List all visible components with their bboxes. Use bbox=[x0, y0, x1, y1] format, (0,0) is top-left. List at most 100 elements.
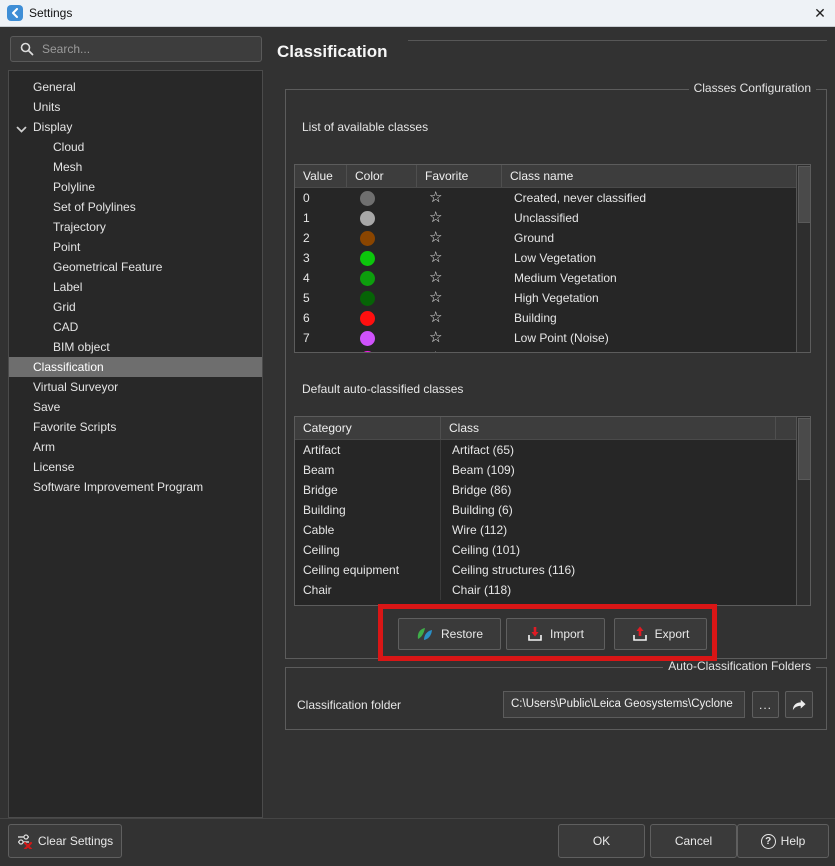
sidebar-item-label[interactable]: Label bbox=[9, 277, 262, 297]
auto-class-row[interactable]: ArtifactArtifact (65) bbox=[295, 440, 810, 460]
sidebar-item-label: BIM object bbox=[53, 340, 110, 354]
category-cell: Beam bbox=[295, 460, 441, 480]
search-placeholder: Search... bbox=[42, 42, 90, 56]
sidebar-item-display[interactable]: Display bbox=[9, 117, 262, 137]
sidebar-item-label: Mesh bbox=[53, 160, 82, 174]
auto-class-row[interactable]: CableWire (112) bbox=[295, 520, 810, 540]
sidebar-item-cloud[interactable]: Cloud bbox=[9, 137, 262, 157]
scrollbar-thumb[interactable] bbox=[798, 166, 811, 223]
sidebar-item-label: Units bbox=[33, 100, 60, 114]
class-table-row[interactable]: 7☆Low Point (Noise) bbox=[295, 328, 810, 348]
class-name: Building bbox=[502, 308, 810, 328]
class-cell: Building (6) bbox=[441, 500, 810, 520]
close-icon[interactable]: ✕ bbox=[805, 1, 835, 25]
sidebar-item-save[interactable]: Save bbox=[9, 397, 262, 417]
clear-settings-button[interactable]: Clear Settings bbox=[8, 824, 122, 858]
help-button[interactable]: ? Help bbox=[737, 824, 829, 858]
favorite-star-icon[interactable]: ☆ bbox=[429, 209, 442, 226]
class-value: 6 bbox=[295, 308, 347, 328]
class-name: Medium Vegetation bbox=[502, 268, 810, 288]
classes-table-scrollbar[interactable] bbox=[796, 165, 810, 353]
sidebar-item-polyline[interactable]: Polyline bbox=[9, 177, 262, 197]
ok-button[interactable]: OK bbox=[558, 824, 645, 858]
sidebar-item-label: Display bbox=[33, 120, 72, 134]
class-table-row[interactable]: 6 ☆ Building bbox=[295, 308, 810, 328]
import-button[interactable]: Import bbox=[506, 618, 605, 650]
class-name: Created, never classified bbox=[502, 188, 810, 208]
search-input[interactable]: Search... bbox=[10, 36, 262, 62]
scrollbar-thumb[interactable] bbox=[798, 418, 811, 480]
class-table-row[interactable]: 1☆Unclassified bbox=[295, 208, 810, 228]
favorite-star-icon[interactable]: ☆ bbox=[429, 349, 442, 353]
sidebar-item-cad[interactable]: CAD bbox=[9, 317, 262, 337]
category-cell: Ceiling equipment bbox=[295, 560, 441, 580]
auto-class-row[interactable]: BeamBeam (109) bbox=[295, 460, 810, 480]
class-color-swatch[interactable] bbox=[360, 191, 375, 206]
favorite-star-icon[interactable]: ☆ bbox=[429, 309, 442, 326]
class-color-swatch[interactable] bbox=[360, 331, 375, 346]
class-color-swatch[interactable] bbox=[360, 251, 375, 266]
col-class-name: Class name bbox=[502, 165, 810, 187]
class-name: Low Point (Noise) bbox=[502, 328, 810, 348]
class-table-row[interactable]: 2☆Ground bbox=[295, 228, 810, 248]
sidebar-item-units[interactable]: Units bbox=[9, 97, 262, 117]
auto-class-row[interactable]: BridgeBridge (86) bbox=[295, 480, 810, 500]
classification-folder-field[interactable]: C:\Users\Public\Leica Geosystems\Cyclone bbox=[503, 691, 745, 718]
auto-class-row[interactable]: ChairChair (118) bbox=[295, 580, 810, 600]
classes-table[interactable]: Value Color Favorite Class name 0☆Create… bbox=[294, 164, 811, 353]
sidebar-item-trajectory[interactable]: Trajectory bbox=[9, 217, 262, 237]
class-table-row[interactable]: 0☆Created, never classified bbox=[295, 188, 810, 208]
clear-settings-icon bbox=[17, 833, 34, 849]
favorite-star-icon[interactable]: ☆ bbox=[429, 229, 442, 246]
auto-class-row[interactable]: BuildingBuilding (6) bbox=[295, 500, 810, 520]
class-color-swatch[interactable] bbox=[360, 351, 375, 354]
class-table-row[interactable]: 5☆High Vegetation bbox=[295, 288, 810, 308]
sidebar-item-geometrical-feature[interactable]: Geometrical Feature bbox=[9, 257, 262, 277]
sidebar-item-label: Point bbox=[53, 240, 80, 254]
sidebar-item-arm[interactable]: Arm bbox=[9, 437, 262, 457]
favorite-star-icon[interactable]: ☆ bbox=[429, 289, 442, 306]
search-icon bbox=[20, 42, 34, 56]
class-color-swatch[interactable] bbox=[360, 291, 375, 306]
cancel-button[interactable]: Cancel bbox=[650, 824, 737, 858]
class-table-row[interactable]: ☆ bbox=[295, 348, 810, 353]
category-cell: Building bbox=[295, 500, 441, 520]
sidebar-item-favorite-scripts[interactable]: Favorite Scripts bbox=[9, 417, 262, 437]
sidebar-item-classification[interactable]: Classification bbox=[9, 357, 262, 377]
sidebar-item-license[interactable]: License bbox=[9, 457, 262, 477]
class-color-swatch[interactable] bbox=[360, 211, 375, 226]
sidebar-item-set-of-polylines[interactable]: Set of Polylines bbox=[9, 197, 262, 217]
favorite-star-icon[interactable]: ☆ bbox=[429, 249, 442, 266]
sidebar-item-point[interactable]: Point bbox=[9, 237, 262, 257]
favorite-star-icon[interactable]: ☆ bbox=[429, 269, 442, 286]
sidebar-item-software-improvement-program[interactable]: Software Improvement Program bbox=[9, 477, 262, 497]
title-bar: Settings ✕ bbox=[0, 0, 835, 27]
auto-table-scrollbar[interactable] bbox=[796, 417, 810, 606]
help-label: Help bbox=[781, 834, 806, 848]
clear-settings-label: Clear Settings bbox=[38, 834, 113, 848]
browse-button[interactable]: ... bbox=[752, 691, 779, 718]
class-color-swatch[interactable] bbox=[360, 271, 375, 286]
header-separator bbox=[408, 40, 827, 41]
class-table-row[interactable]: 4☆Medium Vegetation bbox=[295, 268, 810, 288]
sidebar-item-general[interactable]: General bbox=[9, 77, 262, 97]
restore-button[interactable]: Restore bbox=[398, 618, 501, 650]
sidebar-item-label: Favorite Scripts bbox=[33, 420, 116, 434]
class-table-row[interactable]: 3☆Low Vegetation bbox=[295, 248, 810, 268]
sidebar-item-bim-object[interactable]: BIM object bbox=[9, 337, 262, 357]
favorite-star-icon[interactable]: ☆ bbox=[429, 189, 442, 206]
sidebar-item-grid[interactable]: Grid bbox=[9, 297, 262, 317]
class-color-swatch[interactable] bbox=[360, 311, 375, 326]
favorite-star-icon[interactable]: ☆ bbox=[429, 329, 442, 346]
auto-classified-table[interactable]: Category Class ArtifactArtifact (65)Beam… bbox=[294, 416, 811, 606]
open-folder-icon[interactable] bbox=[785, 691, 813, 718]
sidebar-item-label: Virtual Surveyor bbox=[33, 380, 118, 394]
auto-class-row[interactable]: Ceiling equipmentCeiling structures (116… bbox=[295, 560, 810, 580]
class-color-swatch[interactable] bbox=[360, 231, 375, 246]
sidebar-item-mesh[interactable]: Mesh bbox=[9, 157, 262, 177]
export-label: Export bbox=[655, 627, 690, 641]
export-button[interactable]: Export bbox=[614, 618, 707, 650]
auto-class-row[interactable]: CeilingCeiling (101) bbox=[295, 540, 810, 560]
group-label: Classes Configuration bbox=[689, 81, 816, 95]
sidebar-item-virtual-surveyor[interactable]: Virtual Surveyor bbox=[9, 377, 262, 397]
